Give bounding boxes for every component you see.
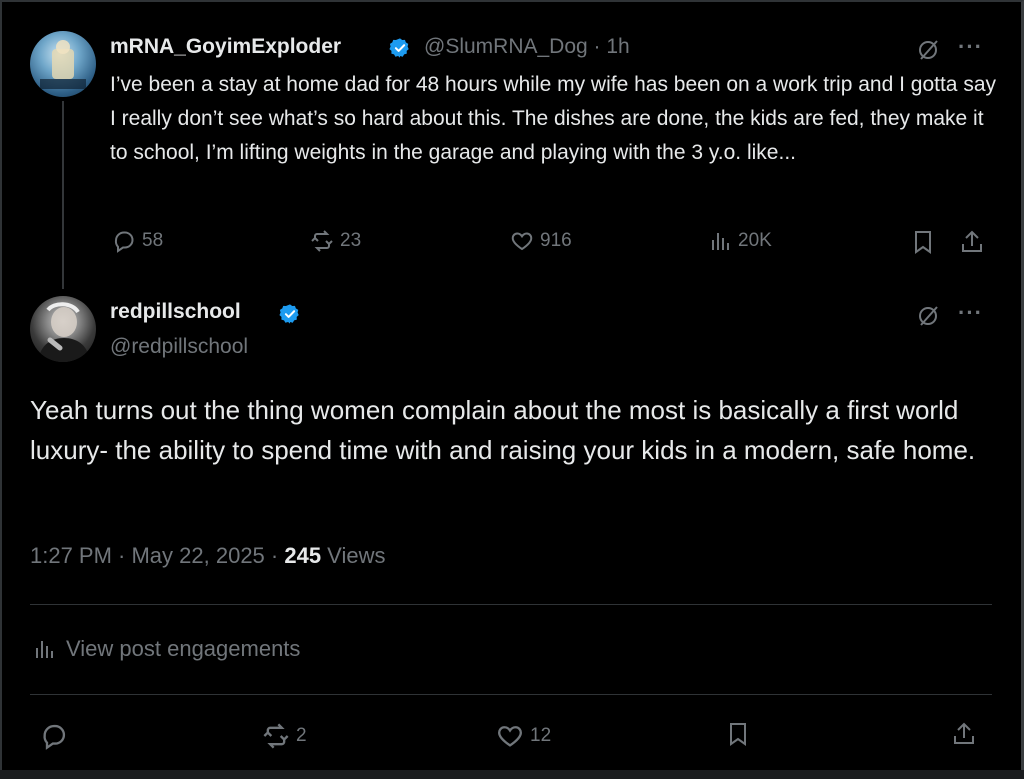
parent-repost-count: 23	[340, 230, 362, 251]
parent-like-button[interactable]: 916	[510, 229, 572, 253]
reply-icon	[114, 231, 134, 253]
parent-like-count: 916	[540, 230, 572, 251]
main-repost-count: 2	[296, 725, 307, 746]
main-bookmark-button[interactable]	[724, 720, 752, 748]
grok-icon[interactable]	[915, 35, 943, 63]
frame-bottom-edge	[0, 770, 1024, 779]
more-icon[interactable]: ···	[958, 300, 983, 326]
divider	[30, 694, 992, 695]
view-engagements-link[interactable]: View post engagements	[32, 636, 300, 662]
verified-badge-icon[interactable]	[279, 303, 301, 325]
thread-line	[62, 101, 64, 289]
main-handle[interactable]: @redpillschool	[110, 335, 248, 359]
parent-bookmark-button[interactable]	[909, 228, 937, 256]
views-icon	[712, 233, 729, 250]
share-icon	[962, 230, 982, 252]
main-reply-button[interactable]	[40, 722, 74, 750]
parent-reply-count: 58	[142, 230, 164, 251]
grok-icon[interactable]	[915, 301, 943, 329]
parent-display-name[interactable]: mRNA_GoyimExploder	[110, 35, 341, 59]
parent-views-button[interactable]: 20K	[708, 229, 772, 253]
main-like-count: 12	[530, 725, 552, 746]
more-icon[interactable]: ···	[958, 34, 983, 60]
like-icon	[511, 232, 533, 251]
parent-avatar[interactable]	[30, 31, 96, 97]
views-label: Views	[321, 543, 386, 568]
divider	[30, 604, 992, 605]
views-count: 245	[284, 543, 322, 568]
parent-views-count: 20K	[738, 230, 772, 251]
main-display-name[interactable]: redpillschool	[110, 300, 241, 324]
bookmark-icon	[730, 723, 746, 746]
parent-repost-button[interactable]: 23	[310, 229, 361, 253]
repost-icon	[311, 230, 333, 252]
verified-badge-icon[interactable]	[389, 37, 411, 59]
parent-post-text: I’ve been a stay at home dad for 48 hour…	[110, 73, 996, 164]
timestamp-text[interactable]: 1:27 PM · May 22, 2025 ·	[30, 543, 284, 568]
post-timestamp[interactable]: 1:27 PM · May 22, 2025 · 245 Views	[30, 543, 385, 569]
parent-handle-time[interactable]: @SlumRNA_Dog · 1h	[424, 35, 630, 59]
main-share-button[interactable]	[950, 720, 978, 748]
avatar-image-icon	[40, 40, 86, 89]
main-post-text: Yeah turns out the thing women complain …	[30, 395, 976, 465]
parent-reply-button[interactable]: 58	[112, 229, 163, 253]
repost-icon	[263, 723, 289, 749]
bookmark-icon	[915, 231, 931, 254]
like-icon	[498, 726, 522, 747]
share-icon	[954, 722, 974, 744]
main-repost-button[interactable]: 2	[262, 722, 307, 750]
avatar-image-icon	[38, 302, 90, 362]
reply-icon	[43, 724, 66, 750]
engagements-label: View post engagements	[66, 636, 301, 661]
views-icon	[36, 641, 53, 658]
main-avatar[interactable]	[30, 296, 96, 362]
main-like-button[interactable]: 12	[496, 722, 551, 750]
parent-share-button[interactable]	[958, 228, 986, 256]
